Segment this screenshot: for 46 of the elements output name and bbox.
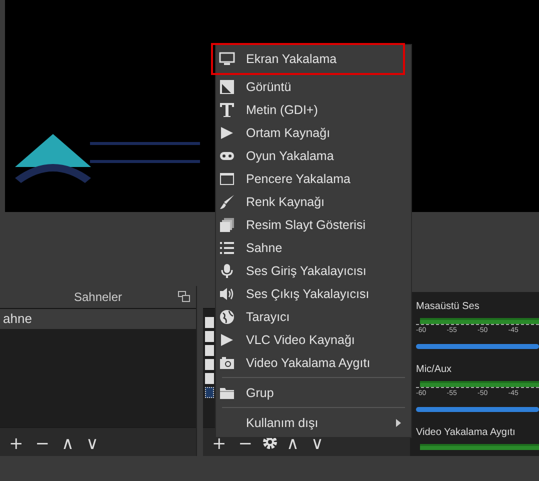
- move-down-button[interactable]: ∨: [82, 436, 102, 452]
- play-icon: [219, 332, 235, 348]
- menu-item[interactable]: Görüntü: [216, 75, 411, 98]
- monitor-icon: [219, 51, 235, 67]
- move-up-button[interactable]: ∧: [58, 436, 77, 452]
- move-down-button[interactable]: ∨: [308, 436, 326, 452]
- channel-name: Masaüstü Ses: [416, 301, 480, 312]
- menu-item[interactable]: Pencere Yakalama: [216, 167, 411, 190]
- undock-icon[interactable]: [178, 291, 190, 302]
- menu-item[interactable]: Oyun Yakalama: [216, 144, 411, 167]
- microphone-icon: [219, 262, 235, 278]
- add-button[interactable]: +: [209, 436, 230, 452]
- channel-name: Video Yakalama Aygıtı: [416, 427, 516, 438]
- menu-item[interactable]: Ekran Yakalama: [213, 45, 403, 73]
- menu-item[interactable]: Video Yakalama Aygıtı: [216, 351, 411, 374]
- camera-icon: [219, 354, 235, 370]
- menu-item[interactable]: Grup: [216, 381, 411, 404]
- list-icon: [219, 240, 235, 256]
- source-icon[interactable]: [205, 387, 214, 398]
- image-icon: [219, 78, 235, 94]
- scene-item[interactable]: ahne: [0, 309, 196, 329]
- menu-item[interactable]: Metin (GDI+): [216, 98, 411, 121]
- move-up-button[interactable]: ∧: [284, 436, 302, 452]
- menu-item[interactable]: VLC Video Kaynağı: [216, 328, 411, 351]
- menu-item[interactable]: Kullanım dışı: [216, 411, 411, 434]
- add-button[interactable]: +: [6, 436, 26, 452]
- play-icon: [219, 124, 235, 140]
- menu-item[interactable]: Ses Çıkış Yakalayıcısı: [216, 282, 411, 305]
- speaker-icon: [219, 286, 235, 302]
- menu-item[interactable]: Renk Kaynağı: [216, 190, 411, 213]
- remove-button[interactable]: −: [32, 436, 52, 452]
- slides-icon: [219, 216, 235, 232]
- text-icon: [219, 102, 235, 118]
- remove-button[interactable]: −: [235, 436, 256, 452]
- menu-item[interactable]: Tarayıcı: [216, 305, 411, 328]
- volume-slider[interactable]: [416, 344, 539, 349]
- brush-icon: [219, 194, 235, 210]
- volume-slider[interactable]: [416, 407, 539, 412]
- menu-item[interactable]: Ortam Kaynağı: [216, 121, 411, 144]
- globe-icon: [219, 308, 235, 324]
- dock-title: Sahneler: [74, 290, 122, 304]
- menu-item[interactable]: Resim Slayt Gösterisi: [216, 213, 411, 236]
- channel-name: Mic/Aux: [416, 364, 452, 375]
- window-icon: [219, 170, 235, 186]
- menu-item[interactable]: Ses Giriş Yakalayıcısı: [216, 259, 411, 282]
- menu-item[interactable]: Sahne: [216, 236, 411, 259]
